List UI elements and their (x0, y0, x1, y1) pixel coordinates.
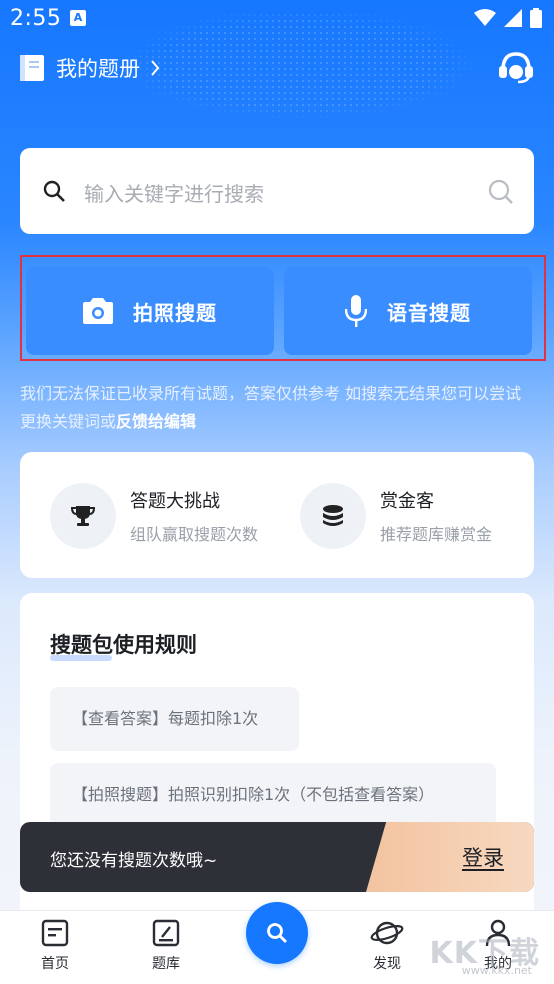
login-prompt-message: 您还没有搜题次数哦~ (50, 851, 218, 871)
planet-icon (370, 921, 404, 945)
rule-item: 【拍照搜题】拍照识别扣除1次（不包括查看答案） (50, 763, 496, 827)
search-icon (43, 180, 65, 202)
trophy-icon-circle (50, 483, 116, 549)
microphone-icon (345, 295, 367, 327)
coins-icon-circle (300, 483, 366, 549)
challenge-subtitle: 组队赢取搜题次数 (130, 525, 259, 544)
search-actions-highlight: 拍照搜题 语音搜题 (20, 255, 546, 361)
book-icon (20, 55, 44, 81)
tab-home-label: 首页 (41, 956, 69, 972)
home-icon (41, 919, 69, 947)
voice-search-label: 语音搜题 (387, 300, 471, 325)
search-box[interactable]: 输入关键字进行搜索 (20, 148, 534, 234)
wifi-icon (474, 9, 496, 26)
bounty-subtitle: 推荐题库赚赏金 (380, 525, 493, 544)
voice-search-button[interactable]: 语音搜题 (284, 267, 532, 355)
feature-card: 答题大挑战 组队赢取搜题次数 赏金客 推荐题库赚赏金 (20, 452, 534, 578)
tab-question-bank-label: 题库 (152, 956, 180, 972)
notification-icon: A (70, 10, 86, 26)
photo-search-button[interactable]: 拍照搜题 (26, 267, 274, 355)
watermark-url: www.kkx.net (461, 964, 532, 977)
my-question-book-link[interactable]: 我的题册 (20, 52, 160, 84)
chevron-right-icon (151, 60, 160, 76)
trophy-icon (71, 506, 95, 526)
coins-icon (323, 505, 343, 526)
question-bank-icon (152, 919, 180, 947)
search-input[interactable]: 输入关键字进行搜索 (84, 178, 264, 207)
disclaimer-body: 我们无法保证已收录所有试题，答案仅供参考 如搜索无结果您可以尝试更换关键词或 (20, 384, 522, 431)
tab-question-bank[interactable]: 题库 (131, 919, 201, 973)
tab-discover[interactable]: 发现 (352, 919, 422, 973)
customer-service-icon[interactable] (498, 50, 534, 84)
login-accent (366, 822, 534, 892)
signal-icon (504, 9, 522, 27)
camera-icon (83, 298, 113, 324)
photo-search-label: 拍照搜题 (133, 300, 217, 325)
search-icon (267, 923, 288, 944)
tab-home[interactable]: 首页 (20, 919, 90, 973)
rule-item: 【查看答案】每题扣除1次 (50, 687, 299, 751)
page-title: 我的题册 (56, 57, 140, 81)
bounty-title: 赏金客 (380, 491, 434, 512)
battery-icon (530, 8, 542, 28)
search-submit-icon[interactable] (488, 179, 514, 205)
tab-discover-label: 发现 (373, 956, 401, 972)
feedback-link[interactable]: 反馈给编辑 (116, 412, 196, 431)
challenge-entry[interactable]: 答题大挑战 组队赢取搜题次数 (50, 482, 258, 550)
bounty-entry[interactable]: 赏金客 推荐题库赚赏金 (300, 482, 492, 550)
status-time: 2:55 (10, 6, 62, 31)
challenge-title: 答题大挑战 (130, 491, 220, 512)
login-prompt-bar: 您还没有搜题次数哦~ 登录 (20, 822, 534, 892)
disclaimer-text: 我们无法保证已收录所有试题，答案仅供参考 如搜索无结果您可以尝试更换关键词或反馈… (20, 380, 532, 436)
status-icons (474, 8, 542, 28)
tab-search-button[interactable] (246, 902, 308, 964)
rules-title: 搜题包使用规则 (50, 633, 197, 657)
status-bar: 2:55 A (0, 0, 554, 38)
login-button[interactable]: 登录 (462, 842, 504, 872)
